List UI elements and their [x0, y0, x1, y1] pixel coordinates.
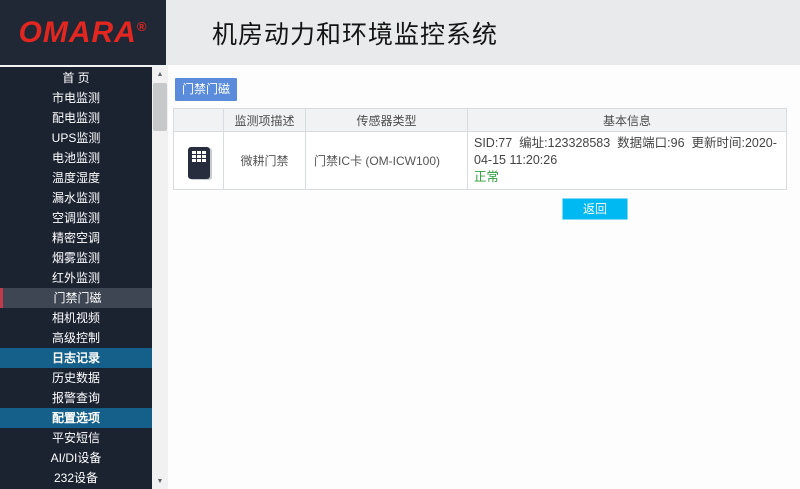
table-row[interactable]: 微耕门禁 门禁IC卡 (OM-ICW100) SID:77 编址:1233285…	[174, 132, 787, 190]
sidebar-item-12[interactable]: 相机视频	[0, 308, 152, 328]
sidebar-item-2[interactable]: 配电监测	[0, 108, 152, 128]
sensor-table: 监测项描述 传感器类型 基本信息	[173, 108, 787, 190]
col-header-description: 监测项描述	[224, 109, 306, 132]
sidebar-item-17[interactable]: 配置选项	[0, 408, 152, 428]
sidebar-item-14[interactable]: 日志记录	[0, 348, 152, 368]
sidebar-item-5[interactable]: 温度湿度	[0, 168, 152, 188]
sidebar-item-15[interactable]: 历史数据	[0, 368, 152, 388]
keypad-device-icon	[188, 147, 210, 179]
main-content: 门禁门磁 监测项描述 传感器类型 基本信息	[168, 65, 800, 489]
sensor-type: 门禁IC卡 (OM-ICW100)	[306, 132, 468, 190]
tab-door-access[interactable]: 门禁门磁	[175, 78, 237, 101]
sidebar-item-8[interactable]: 精密空调	[0, 228, 152, 248]
app-body: 首 页市电监测配电监测UPS监测电池监测温度湿度漏水监测空调监测精密空调烟雾监测…	[0, 65, 800, 489]
sidebar-item-18[interactable]: 平安短信	[0, 428, 152, 448]
sidebar-item-7[interactable]: 空调监测	[0, 208, 152, 228]
sidebar-item-9[interactable]: 烟雾监测	[0, 248, 152, 268]
basic-info-cell: SID:77 编址:123328583 数据端口:96 更新时间:2020-04…	[468, 132, 787, 190]
scroll-up-icon[interactable]: ▲	[152, 67, 168, 82]
registered-trademark-icon: ®	[137, 19, 148, 34]
sidebar-item-3[interactable]: UPS监测	[0, 128, 152, 148]
sidebar-nav: 首 页市电监测配电监测UPS监测电池监测温度湿度漏水监测空调监测精密空调烟雾监测…	[0, 65, 152, 489]
sidebar-item-16[interactable]: 报警查询	[0, 388, 152, 408]
sidebar-item-1[interactable]: 市电监测	[0, 88, 152, 108]
col-header-basic-info: 基本信息	[468, 109, 787, 132]
device-icon-cell[interactable]	[174, 132, 224, 190]
sidebar-item-19[interactable]: AI/DI设备	[0, 448, 152, 468]
sidebar-item-0[interactable]: 首 页	[0, 68, 152, 88]
sidebar-item-4[interactable]: 电池监测	[0, 148, 152, 168]
scroll-down-icon[interactable]: ▼	[152, 474, 168, 489]
omara-logo: OMARA®	[19, 18, 148, 48]
scrollbar-thumb[interactable]	[153, 83, 167, 131]
sidebar-item-20[interactable]: 232设备	[0, 468, 152, 488]
sidebar-scrollbar[interactable]: ▲ ▼	[152, 65, 168, 489]
logo-block: OMARA®	[0, 0, 166, 65]
back-button[interactable]: 返回	[562, 198, 628, 220]
logo-word: OMARA	[19, 16, 137, 49]
sidebar-item-10[interactable]: 红外监测	[0, 268, 152, 288]
sidebar-item-11[interactable]: 门禁门磁	[0, 288, 152, 308]
app-header: OMARA® 机房动力和环境监控系统	[0, 0, 800, 65]
col-header-sensor-type: 传感器类型	[306, 109, 468, 132]
device-keypad	[188, 151, 210, 162]
sidebar-item-13[interactable]: 高级控制	[0, 328, 152, 348]
monitor-description: 微耕门禁	[224, 132, 306, 190]
col-header-icon	[174, 109, 224, 132]
basic-info-text: SID:77 编址:123328583 数据端口:96 更新时间:2020-04…	[474, 135, 780, 169]
page-title: 机房动力和环境监控系统	[212, 15, 498, 51]
status-badge: 正常	[474, 169, 780, 186]
sidebar-item-6[interactable]: 漏水监测	[0, 188, 152, 208]
title-band: 机房动力和环境监控系统	[166, 0, 800, 65]
table-header-row: 监测项描述 传感器类型 基本信息	[174, 109, 787, 132]
